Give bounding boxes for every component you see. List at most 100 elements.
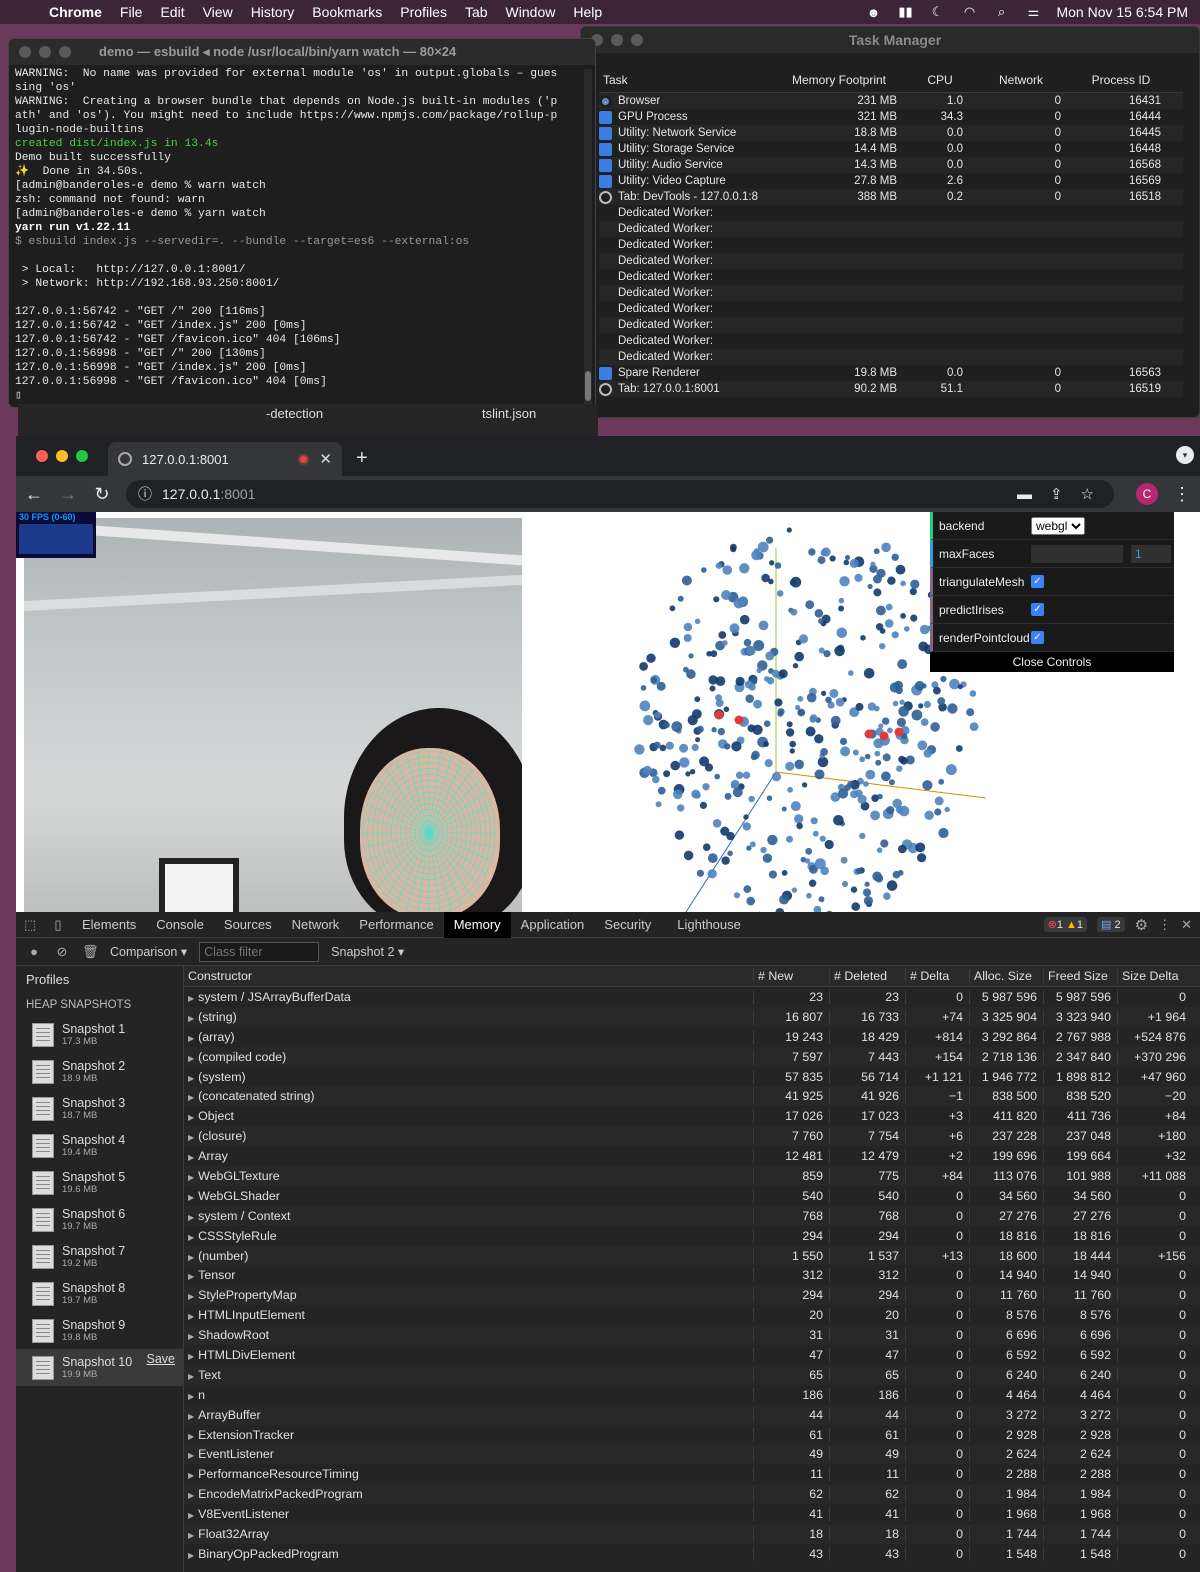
snapshot-item[interactable]: Snapshot 4 19.4 MB [16, 1127, 183, 1164]
task-row[interactable]: Dedicated Worker: [599, 317, 1183, 333]
tab-search-icon[interactable]: ▾ [1176, 446, 1194, 464]
task-row[interactable]: Dedicated Worker: [599, 333, 1183, 349]
expand-triangle-icon[interactable]: ▶ [188, 1213, 194, 1222]
clear-icon[interactable]: ⊘ [54, 944, 70, 960]
expand-triangle-icon[interactable]: ▶ [188, 1412, 194, 1421]
menu-help[interactable]: Help [564, 4, 611, 20]
face-icon[interactable]: ☻ [864, 5, 882, 20]
heap-row[interactable]: ▶ Array 12 481 12 479 +2 199 696 199 664 +32 [184, 1146, 1200, 1166]
task-row[interactable]: Dedicated Worker: [599, 301, 1183, 317]
devtools-menu-icon[interactable]: ⋮ [1158, 917, 1171, 933]
heap-row[interactable]: ▶ WebGLShader 540 540 0 34 560 34 560 0 [184, 1186, 1200, 1206]
heap-row[interactable]: ▶ EventListener 49 49 0 2 624 2 624 0 [184, 1444, 1200, 1465]
heap-row[interactable]: ▶ (concatenated string) 41 925 41 926 −1 838 … [184, 1086, 1200, 1107]
new-tab-button[interactable]: + [342, 447, 382, 476]
reload-icon[interactable]: ↻ [92, 484, 112, 505]
tab-sources[interactable]: Sources [214, 912, 282, 938]
terminal-output[interactable]: WARNING: No name was provided for extern… [9, 65, 595, 405]
heap-row[interactable]: ▶ CSSStyleRule 294 294 0 18 816 18 816 0 [184, 1226, 1200, 1246]
heap-row[interactable]: ▶ ArrayBuffer 44 44 0 3 272 3 272 0 [184, 1404, 1200, 1425]
close-window-button[interactable] [36, 450, 48, 462]
col-task[interactable]: Task [599, 73, 769, 87]
expand-triangle-icon[interactable]: ▶ [188, 1511, 194, 1520]
expand-triangle-icon[interactable]: ▶ [188, 1332, 194, 1341]
heap-row[interactable]: ▶ EncodeMatrixPackedProgram 62 62 0 1 984 1 98… [184, 1484, 1200, 1505]
terminal-scrollbar[interactable] [584, 69, 592, 405]
col-deleted[interactable]: # Deleted [830, 969, 906, 983]
col-network[interactable]: Network [971, 73, 1071, 87]
task-row[interactable]: Dedicated Worker: [599, 253, 1183, 269]
col-constructor[interactable]: Constructor [184, 969, 754, 983]
expand-triangle-icon[interactable]: ▶ [188, 994, 194, 1003]
expand-triangle-icon[interactable]: ▶ [188, 1451, 194, 1460]
expand-triangle-icon[interactable]: ▶ [188, 1292, 194, 1301]
menu-view[interactable]: View [194, 4, 242, 20]
expand-triangle-icon[interactable]: ▶ [188, 1392, 194, 1401]
minimize-window-button[interactable] [56, 450, 68, 462]
snapshot-item[interactable]: Snapshot 9 19.8 MB [16, 1312, 183, 1349]
heap-row[interactable]: ▶ Float32Array 18 18 0 1 744 1 744 0 [184, 1524, 1200, 1544]
zoom-window-button[interactable] [59, 46, 71, 58]
base-snapshot-select[interactable]: Snapshot 2 ▾ [331, 944, 404, 959]
tab-security[interactable]: Security [594, 912, 661, 938]
heap-row[interactable]: ▶ BinaryOpPackedProgram 43 43 0 1 548 1 548 0 [184, 1544, 1200, 1564]
heap-row[interactable]: ▶ (compiled code) 7 597 7 443 +154 2 718 136 2… [184, 1046, 1200, 1067]
col-size-delta[interactable]: Size Delta [1118, 969, 1190, 983]
expand-triangle-icon[interactable]: ▶ [188, 1491, 194, 1500]
snapshot-item[interactable]: Snapshot 8 19.7 MB [16, 1275, 183, 1312]
minimize-window-button[interactable] [611, 34, 623, 46]
task-row[interactable]: Dedicated Worker: [599, 349, 1183, 365]
maxfaces-input[interactable]: 1 [1131, 544, 1171, 563]
task-row[interactable]: Spare Renderer 19.8 MB 0.0 0 16563 [599, 365, 1183, 381]
task-row[interactable]: Utility: Network Service 18.8 MB 0.0 0 16445 [599, 125, 1183, 141]
snapshot-item[interactable]: Snapshot 3 18.7 MB [16, 1090, 183, 1127]
heap-row[interactable]: ▶ PerformanceResourceTiming 11 11 0 2 288 2 28… [184, 1464, 1200, 1484]
dark-mode-icon[interactable]: ☾ [928, 4, 946, 19]
tab-application[interactable]: Application [511, 912, 595, 938]
task-row[interactable]: Tab: DevTools - 127.0.0.1:8 388 MB 0.2 0 165… [599, 189, 1183, 205]
control-center-icon[interactable]: ⚌ [1024, 4, 1042, 19]
file-tree-item[interactable]: -detection [266, 406, 323, 421]
backend-select[interactable]: webgl [1031, 516, 1085, 535]
expand-triangle-icon[interactable]: ▶ [188, 1352, 194, 1361]
tab-network[interactable]: Network [282, 912, 350, 938]
heap-row[interactable]: ▶ WebGLTexture 859 775 +84 113 076 101 988 +11 … [184, 1166, 1200, 1186]
messages-badge[interactable]: ▤ 2 [1097, 917, 1125, 932]
task-row[interactable]: Dedicated Worker: [599, 205, 1183, 221]
heap-row[interactable]: ▶ StylePropertyMap 294 294 0 11 760 11 760 0 [184, 1285, 1200, 1306]
forward-icon[interactable]: → [58, 484, 78, 505]
snapshot-item[interactable]: Snapshot 5 19.6 MB [16, 1164, 183, 1201]
snapshot-item[interactable]: Snapshot 1 17.3 MB [16, 1016, 183, 1053]
trash-icon[interactable]: 🗑 [82, 944, 99, 960]
heap-row[interactable]: ▶ Text 65 65 0 6 240 6 240 0 [184, 1364, 1200, 1385]
expand-triangle-icon[interactable]: ▶ [188, 1471, 194, 1480]
expand-triangle-icon[interactable]: ▶ [188, 1173, 194, 1182]
col-delta[interactable]: # Delta [906, 969, 970, 983]
task-row[interactable]: Dedicated Worker: [599, 285, 1183, 301]
menu-bookmarks[interactable]: Bookmarks [303, 4, 391, 20]
expand-triangle-icon[interactable]: ▶ [188, 1312, 194, 1321]
expand-triangle-icon[interactable]: ▶ [188, 1093, 194, 1102]
expand-triangle-icon[interactable]: ▶ [188, 1551, 194, 1560]
maxfaces-slider[interactable] [1031, 544, 1123, 563]
menu-clock[interactable]: Mon Nov 15 6:54 PM [1056, 4, 1188, 20]
col-new[interactable]: # New [754, 969, 830, 983]
triangulate-checkbox[interactable]: ✓ [1031, 575, 1044, 588]
task-row[interactable]: Utility: Video Capture 27.8 MB 2.6 0 16569 [599, 173, 1183, 189]
device-toolbar-icon[interactable]: ▯ [44, 917, 72, 933]
menu-history[interactable]: History [242, 4, 304, 20]
camera-in-use-icon[interactable]: ▬ [1017, 486, 1032, 503]
tab-lighthouse[interactable]: Lighthouse [661, 912, 751, 938]
close-devtools-icon[interactable]: ✕ [1181, 917, 1192, 933]
expand-triangle-icon[interactable]: ▶ [188, 1432, 194, 1441]
menu-tab[interactable]: Tab [456, 4, 497, 20]
bookmark-star-icon[interactable]: ☆ [1081, 485, 1094, 503]
task-row[interactable]: Browser 231 MB 1.0 0 16431 [599, 93, 1183, 109]
task-row[interactable]: Utility: Audio Service 14.3 MB 0.0 0 16568 [599, 157, 1183, 173]
heap-row[interactable]: ▶ system / Context 768 768 0 27 276 27 276 0 [184, 1205, 1200, 1226]
scrollbar-thumb[interactable] [585, 371, 591, 401]
heap-row[interactable]: ▶ HTMLDivElement 47 47 0 6 592 6 592 0 [184, 1345, 1200, 1365]
col-cpu[interactable]: CPU [909, 73, 971, 87]
snapshot-item[interactable]: Snapshot 6 19.7 MB [16, 1201, 183, 1238]
task-row[interactable]: Dedicated Worker: [599, 221, 1183, 237]
